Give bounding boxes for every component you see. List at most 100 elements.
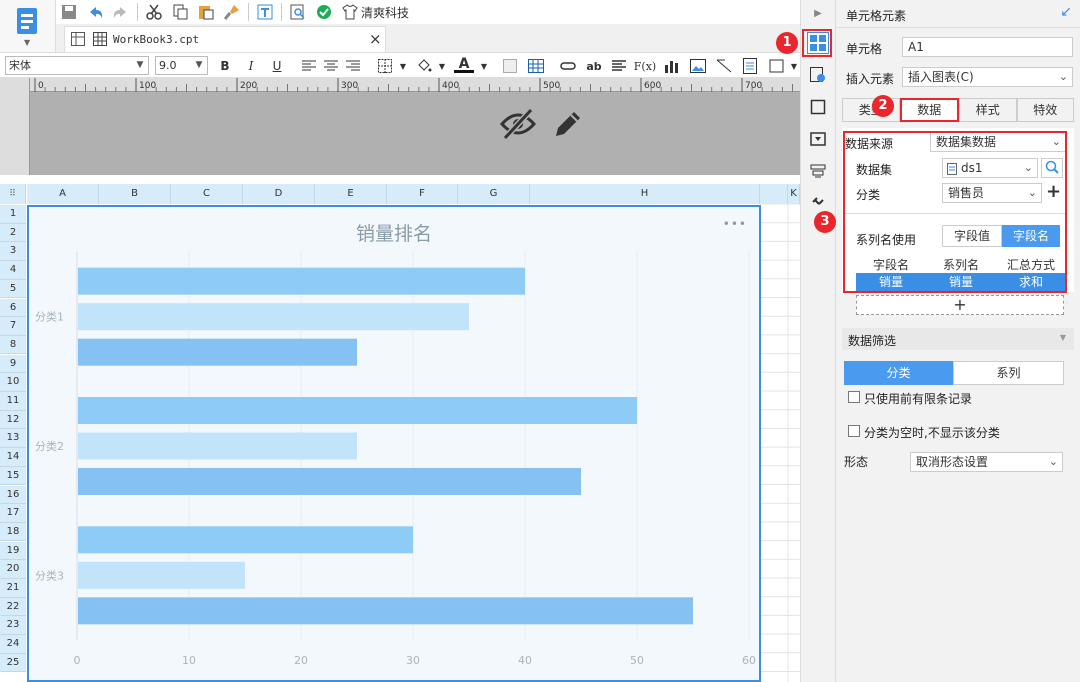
widget-frame-icon[interactable]	[807, 96, 829, 118]
shirt-icon[interactable]	[337, 1, 363, 23]
column-header-D[interactable]: D	[243, 184, 315, 204]
row-header-8[interactable]: 8	[0, 335, 26, 355]
add-field-button[interactable]: +	[856, 295, 1064, 315]
chevron-down-icon[interactable]: ▼	[393, 57, 413, 75]
brand-label[interactable]: 清爽科技	[361, 4, 409, 21]
hyperlink-icon[interactable]	[807, 190, 829, 212]
cell-input[interactable]: A1	[902, 37, 1073, 57]
cell-property-icon[interactable]	[807, 64, 829, 86]
row-header-4[interactable]: 4	[0, 261, 26, 280]
column-header-F[interactable]: F	[387, 184, 458, 204]
italic-button[interactable]: I	[241, 57, 261, 75]
chart-bar	[78, 597, 693, 625]
dropdown-widget-icon[interactable]	[807, 128, 829, 150]
underline-button[interactable]: U	[267, 57, 287, 75]
row-header-3[interactable]: 3	[0, 242, 26, 261]
column-header-B[interactable]: B	[99, 184, 171, 204]
copy-icon[interactable]	[167, 1, 193, 23]
row-header-19[interactable]: 19	[0, 541, 26, 561]
chevron-down-icon[interactable]: ▼	[474, 57, 494, 75]
column-header-G[interactable]: G	[458, 184, 530, 204]
column-header-C[interactable]: C	[171, 184, 243, 204]
row-header-2[interactable]: 2	[0, 223, 26, 243]
image-icon[interactable]	[688, 57, 708, 75]
column-header-blank[interactable]	[760, 184, 788, 204]
check-icon[interactable]	[311, 1, 337, 23]
panel-header: 单元格元素 ↙	[836, 0, 1080, 28]
bold-button[interactable]: B	[215, 57, 235, 75]
row-header-12[interactable]: 12	[0, 410, 26, 430]
layers-icon[interactable]	[807, 160, 829, 182]
select-all-corner[interactable]: ⠿	[0, 184, 26, 204]
cut-icon[interactable]	[141, 1, 167, 23]
row-header-1[interactable]: 1	[0, 205, 26, 224]
format-brush-icon[interactable]	[219, 1, 245, 23]
redo-icon[interactable]	[108, 1, 134, 23]
row-header-21[interactable]: 21	[0, 579, 26, 598]
row-header-10[interactable]: 10	[0, 373, 26, 392]
chevron-down-icon[interactable]: ▼	[432, 57, 452, 75]
paragraph-icon[interactable]	[609, 57, 629, 75]
text-ab-button[interactable]: ab	[584, 57, 604, 75]
filter-tab-series[interactable]: 系列	[953, 361, 1064, 385]
border-icon[interactable]	[375, 57, 395, 75]
column-header-A[interactable]: A	[27, 184, 99, 204]
row-header-16[interactable]: 16	[0, 485, 26, 504]
row-header-9[interactable]: 9	[0, 354, 26, 374]
tab-effect[interactable]: 特效	[1016, 98, 1074, 122]
search-doc-icon[interactable]	[285, 1, 311, 23]
template-icon[interactable]	[14, 6, 40, 36]
filter-tab-category[interactable]: 分类	[844, 361, 953, 385]
column-header-E[interactable]: E	[315, 184, 387, 204]
link-field-icon[interactable]	[558, 57, 578, 75]
bar-chart-icon[interactable]	[662, 57, 682, 75]
row-header-14[interactable]: 14	[0, 448, 26, 467]
workbook-tab[interactable]: WorkBook3.cpt ×	[64, 26, 386, 52]
row-header-22[interactable]: 22	[0, 597, 26, 617]
hide-empty-checkbox[interactable]	[848, 425, 860, 437]
preview-icon[interactable]	[252, 1, 278, 23]
expand-arrow-icon[interactable]: ↙	[1060, 4, 1072, 20]
row-header-20[interactable]: 20	[0, 560, 26, 579]
table-icon[interactable]	[526, 57, 546, 75]
row-header-7[interactable]: 7	[0, 317, 26, 336]
shape-select[interactable]: 取消形态设置 ⌄	[910, 452, 1063, 472]
column-header-H[interactable]: H	[530, 184, 760, 204]
row-header-11[interactable]: 11	[0, 392, 26, 411]
subreport-icon[interactable]	[740, 57, 760, 75]
collapse-arrow-icon[interactable]: ▶	[807, 2, 829, 24]
cell-style-icon[interactable]	[500, 57, 520, 75]
row-header-23[interactable]: 23	[0, 616, 26, 635]
edit-pencil-icon[interactable]	[552, 108, 584, 143]
row-header-18[interactable]: 18	[0, 522, 26, 542]
text-color-button[interactable]: A	[454, 56, 474, 73]
align-left-icon[interactable]	[299, 57, 319, 75]
slash-icon[interactable]	[714, 57, 734, 75]
limit-records-checkbox[interactable]	[848, 391, 860, 403]
tab-data[interactable]: 数据	[899, 98, 959, 122]
formula-button[interactable]: F(x)	[634, 57, 656, 75]
font-family-select[interactable]: 宋体 ▼	[5, 56, 149, 75]
close-icon[interactable]: ×	[369, 30, 382, 48]
font-size-select[interactable]: 9.0 ▼	[155, 56, 208, 75]
tab-style[interactable]: 样式	[959, 98, 1017, 122]
menu-arrow-icon[interactable]: ▼	[24, 38, 30, 47]
align-right-icon[interactable]	[343, 57, 363, 75]
insert-element-select[interactable]: 插入图表(C) ⌄	[902, 67, 1073, 87]
undo-icon[interactable]	[82, 1, 108, 23]
filter-header[interactable]: 数据筛选 ▼	[842, 328, 1074, 350]
row-header-15[interactable]: 15	[0, 466, 26, 486]
row-header-5[interactable]: 5	[0, 279, 26, 299]
align-center-icon[interactable]	[321, 57, 341, 75]
row-header-24[interactable]: 24	[0, 635, 26, 654]
hide-eye-icon[interactable]	[499, 107, 537, 143]
row-header-25[interactable]: 25	[0, 653, 26, 673]
fill-color-icon[interactable]	[414, 57, 434, 75]
column-header-K[interactable]: K	[788, 184, 800, 204]
row-header-6[interactable]: 6	[0, 298, 26, 317]
row-header-13[interactable]: 13	[0, 429, 26, 448]
save-icon[interactable]	[56, 1, 82, 23]
chart-container[interactable]: 销量排名 ••• 0 10 20 30 40 50 60 分类1 分类2 分类3	[27, 205, 761, 682]
row-header-17[interactable]: 17	[0, 504, 26, 523]
paste-icon[interactable]	[193, 1, 219, 23]
